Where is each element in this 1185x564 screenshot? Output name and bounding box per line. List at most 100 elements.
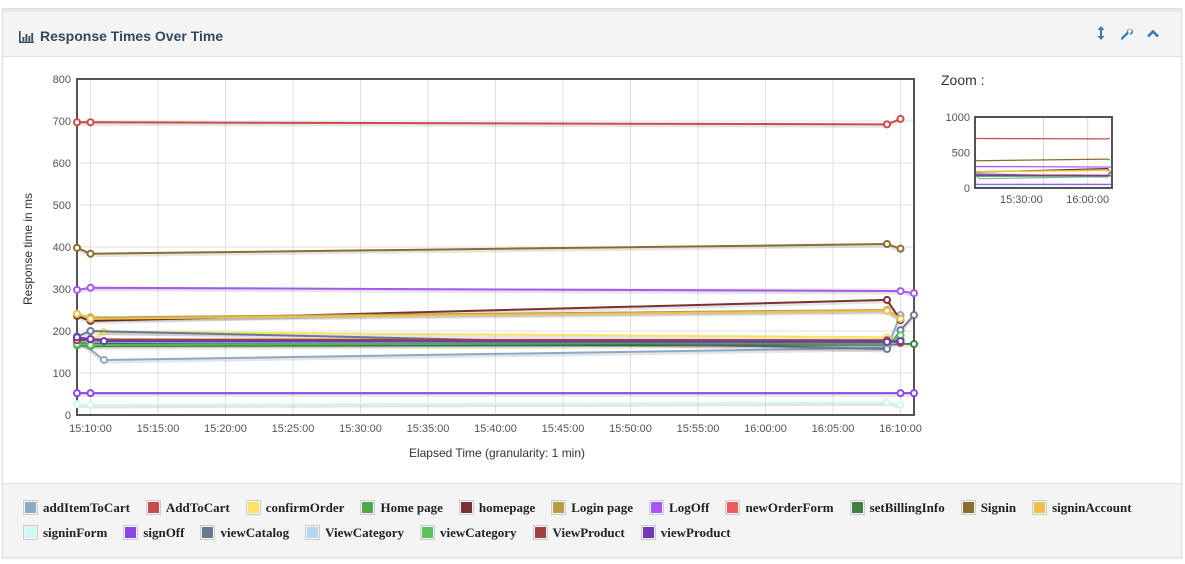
data-point[interactable]: [73, 285, 81, 294]
panel-title: Response Times Over Time: [19, 28, 223, 44]
legend-label: homepage: [478, 499, 536, 515]
legend-swatch: [305, 525, 321, 540]
legend-item[interactable]: Signin: [960, 499, 1017, 515]
panel-tools: [1095, 26, 1159, 40]
y-tick-label: 600: [53, 158, 71, 170]
data-point[interactable]: [883, 120, 891, 129]
legend-swatch: [649, 500, 665, 515]
x-axis-label: Elapsed Time (granularity: 1 min): [409, 446, 585, 460]
data-point[interactable]: [896, 314, 905, 323]
data-point[interactable]: [73, 309, 81, 318]
legend-item[interactable]: viewCatalog: [200, 525, 289, 540]
legend-item[interactable]: setBillingInfo: [849, 500, 945, 515]
legend-label: viewProduct: [660, 524, 731, 540]
x-tick-label: 16:05:00: [812, 423, 855, 435]
legend-item[interactable]: signOff: [123, 525, 184, 540]
legend-swatch: [23, 500, 38, 515]
series-line[interactable]: [77, 117, 901, 126]
legend-label: signOff: [143, 524, 185, 540]
data-point[interactable]: [86, 327, 95, 335]
collapse-chevron-up-icon[interactable]: [1147, 26, 1159, 40]
data-point[interactable]: [883, 337, 891, 346]
data-point[interactable]: [100, 337, 108, 346]
legend-item[interactable]: ViewCategory: [305, 525, 404, 540]
x-tick-label: 15:10:00: [69, 423, 112, 435]
legend: addItemToCart AddToCart confirmOrder Home p…: [3, 483, 1181, 557]
legend-swatch: [145, 500, 161, 515]
series-addtocart[interactable]: [73, 114, 905, 129]
panel-header: Response Times Over Time: [3, 12, 1181, 57]
data-point[interactable]: [86, 118, 95, 127]
data-point[interactable]: [883, 398, 891, 407]
data-point[interactable]: [896, 389, 905, 398]
data-point[interactable]: [86, 283, 95, 292]
wrench-icon[interactable]: [1121, 26, 1133, 40]
data-point[interactable]: [896, 400, 905, 409]
y-tick-label: 200: [53, 326, 71, 338]
bar-chart-icon: [19, 30, 34, 43]
legend-item[interactable]: viewProduct: [640, 524, 731, 540]
y-tick-label: 300: [53, 284, 71, 296]
series-signinform[interactable]: [73, 398, 905, 409]
legend-swatch: [1032, 500, 1048, 515]
data-point[interactable]: [910, 289, 918, 298]
data-point[interactable]: [910, 389, 918, 398]
data-point[interactable]: [896, 337, 905, 346]
legend-label: LogOff: [669, 499, 710, 515]
data-point[interactable]: [896, 287, 905, 296]
legend-swatch: [200, 525, 216, 540]
y-tick-label: 100: [53, 368, 71, 380]
legend-label: signinForm: [43, 524, 108, 540]
legend-swatch: [420, 525, 436, 540]
data-point[interactable]: [86, 334, 95, 343]
legend-label: Login page: [571, 499, 634, 515]
data-point[interactable]: [883, 306, 891, 315]
zoom-overview-chart[interactable]: 0 500 1000 15:30:00 16:00:00: [933, 97, 1123, 217]
data-point[interactable]: [86, 314, 95, 323]
legend-item[interactable]: confirmOrder: [245, 500, 344, 515]
legend-item[interactable]: AddToCart: [145, 500, 230, 515]
data-point[interactable]: [73, 389, 81, 398]
legend-item[interactable]: signinAccount: [1032, 500, 1132, 515]
x-tick-label: 16:00:00: [744, 423, 787, 435]
data-point[interactable]: [86, 400, 95, 409]
legend-label: ViewProduct: [552, 524, 625, 540]
legend-label: Signin: [980, 499, 1017, 515]
resize-icon[interactable]: [1095, 26, 1107, 40]
x-tick-label: 15:55:00: [677, 423, 720, 435]
legend-label: viewCategory: [440, 524, 517, 540]
data-point[interactable]: [910, 311, 918, 320]
data-point[interactable]: [73, 118, 81, 127]
zoom-y-tick-label: 0: [964, 183, 970, 195]
x-tick-label: 15:45:00: [542, 423, 585, 435]
legend-item[interactable]: homepage: [458, 499, 536, 515]
zoom-series-line: [974, 165, 1113, 169]
data-point[interactable]: [896, 244, 905, 253]
legend-item[interactable]: addItemToCart: [23, 500, 130, 515]
chart-area: 0 100 200 300 400 500 600 700 800 15:10:00 15:15:0…: [3, 57, 1181, 483]
data-point[interactable]: [883, 240, 891, 249]
legend-item[interactable]: Login page: [551, 500, 633, 515]
x-tick-label: 15:35:00: [407, 423, 450, 435]
y-tick-label: 400: [53, 242, 71, 254]
response-times-panel: Response Times Over Time 0 100 200 300 4…: [2, 8, 1182, 558]
legend-item[interactable]: Home page: [360, 500, 443, 515]
data-point[interactable]: [910, 340, 918, 349]
legend-item[interactable]: signinForm: [23, 525, 107, 540]
data-point[interactable]: [100, 355, 108, 364]
series-shadow: [76, 244, 901, 258]
data-point[interactable]: [896, 114, 905, 123]
series-signin[interactable]: [73, 240, 905, 258]
legend-item[interactable]: viewCategory: [420, 525, 517, 540]
legend-item[interactable]: newOrderForm: [725, 500, 834, 515]
data-point[interactable]: [86, 389, 95, 398]
data-point[interactable]: [883, 295, 891, 304]
legend-item[interactable]: ViewProduct: [532, 524, 625, 540]
data-point[interactable]: [86, 249, 95, 258]
data-point[interactable]: [73, 400, 81, 409]
response-time-chart[interactable]: 0 100 200 300 400 500 600 700 800 15:10:00 15:15:0…: [3, 57, 933, 483]
data-point[interactable]: [73, 243, 81, 252]
legend-item[interactable]: LogOff: [649, 500, 709, 515]
x-tick-label: 15:40:00: [474, 423, 517, 435]
data-point[interactable]: [73, 333, 81, 342]
